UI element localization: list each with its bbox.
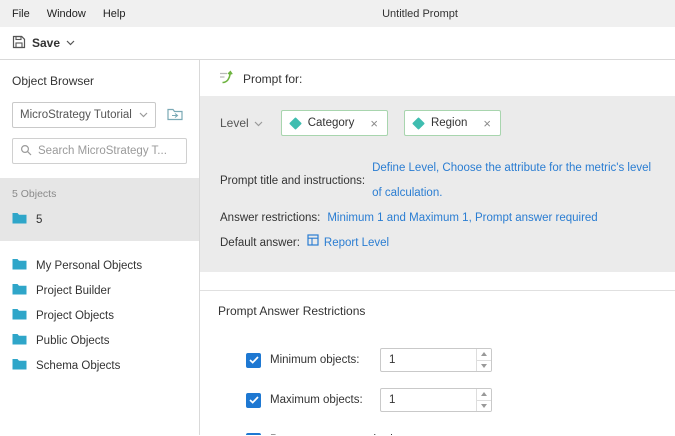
folder-item-label: Public Objects [36,335,110,347]
report-icon [307,231,319,256]
chip-close-icon[interactable]: × [483,117,491,130]
folder-icon [12,212,27,227]
attribute-chip-label: Category [308,117,355,129]
prompt-editor-panel: Prompt for: Level Category × [200,60,675,435]
prompt-icon [218,69,234,88]
title-instructions-link[interactable]: Define Level, Choose the attribute for t… [372,156,655,206]
section-title: Prompt Answer Restrictions [218,304,657,318]
menu-help[interactable]: Help [103,8,126,20]
maximum-objects-checkbox[interactable] [246,393,261,408]
chip-close-icon[interactable]: × [370,117,378,130]
spinner-up-icon[interactable] [477,349,491,361]
folder-item-label: Project Builder [36,285,111,297]
selection-panel: 5 Objects 5 [0,178,199,241]
folder-item-label: My Personal Objects [36,260,142,272]
project-chevron-down-icon [139,109,148,121]
project-selector-value: MicroStrategy Tutorial [20,109,132,121]
folder-item-project-builder[interactable]: Project Builder [0,278,199,303]
attribute-icon [412,117,425,130]
folder-list: My Personal Objects Project Builder Proj… [0,253,199,378]
maximum-objects-value: 1 [381,389,476,411]
level-dropdown[interactable]: Level [220,116,263,130]
folder-item-schema-objects[interactable]: Schema Objects [0,353,199,378]
selected-object-row[interactable]: 5 [12,212,187,227]
save-dropdown-chevron-icon [66,37,75,49]
prompt-for-row: Prompt for: [200,60,675,96]
minimum-objects-input[interactable]: 1 [380,348,492,372]
menu-window[interactable]: Window [47,8,86,20]
folder-item-my-personal-objects[interactable]: My Personal Objects [0,253,199,278]
object-browser-title: Object Browser [0,74,199,88]
folder-item-project-objects[interactable]: Project Objects [0,303,199,328]
toolbar: Save [0,27,675,60]
default-answer-label: Default answer: [220,231,300,256]
prompt-answer-restrictions-section: Prompt Answer Restrictions Minimum objec… [200,290,675,435]
level-chevron-down-icon [254,116,263,130]
folder-icon [12,258,27,273]
answer-restrictions-label: Answer restrictions: [220,206,320,231]
folder-item-label: Project Objects [36,310,114,322]
search-placeholder: Search MicroStrategy T... [38,145,167,157]
prompt-answer-required-label: Prompt answer required [270,434,393,435]
spinner-down-icon[interactable] [477,401,491,412]
folder-icon [12,283,27,298]
attribute-chip-category[interactable]: Category × [281,110,388,136]
prompt-answer-required-checkbox[interactable] [246,433,261,436]
folder-item-public-objects[interactable]: Public Objects [0,328,199,353]
save-icon [12,35,26,52]
browse-folder-button[interactable] [163,103,187,127]
window-title: Untitled Prompt [382,8,458,20]
minimum-objects-value: 1 [381,349,476,371]
title-instructions-label: Prompt title and instructions: [220,169,365,194]
project-selector[interactable]: MicroStrategy Tutorial [12,102,156,128]
attribute-chip-region[interactable]: Region × [404,110,501,136]
folder-item-label: Schema Objects [36,360,120,372]
object-browser-panel: Object Browser MicroStrategy Tutorial [0,60,200,435]
search-input[interactable]: Search MicroStrategy T... [12,138,187,164]
spinner-up-icon[interactable] [477,389,491,401]
menu-file[interactable]: File [12,8,30,20]
answer-restrictions-link[interactable]: Minimum 1 and Maximum 1, Prompt answer r… [327,206,597,231]
open-folder-icon [167,107,184,124]
maximum-objects-input[interactable]: 1 [380,388,492,412]
attribute-icon [289,117,302,130]
app-window: File Window Help Untitled Prompt Save Ob… [0,0,675,436]
prompt-summary-panel: Level Category × Region × [200,96,675,272]
minimum-objects-label: Minimum objects: [270,354,366,366]
save-button[interactable]: Save [12,35,75,52]
spinner-down-icon[interactable] [477,361,491,372]
attribute-chip-label: Region [431,117,467,129]
minimum-objects-checkbox[interactable] [246,353,261,368]
level-label: Level [220,116,249,130]
maximum-objects-label: Maximum objects: [270,394,366,406]
default-answer-link[interactable]: Report Level [324,231,389,256]
selected-object-label: 5 [36,214,42,226]
menu-bar: File Window Help Untitled Prompt [0,0,675,27]
search-icon [20,144,32,159]
folder-icon [12,358,27,373]
folder-icon [12,308,27,323]
objects-count-label: 5 Objects [12,188,187,200]
prompt-for-label: Prompt for: [243,72,302,86]
folder-icon [12,333,27,348]
save-button-label: Save [32,36,60,50]
